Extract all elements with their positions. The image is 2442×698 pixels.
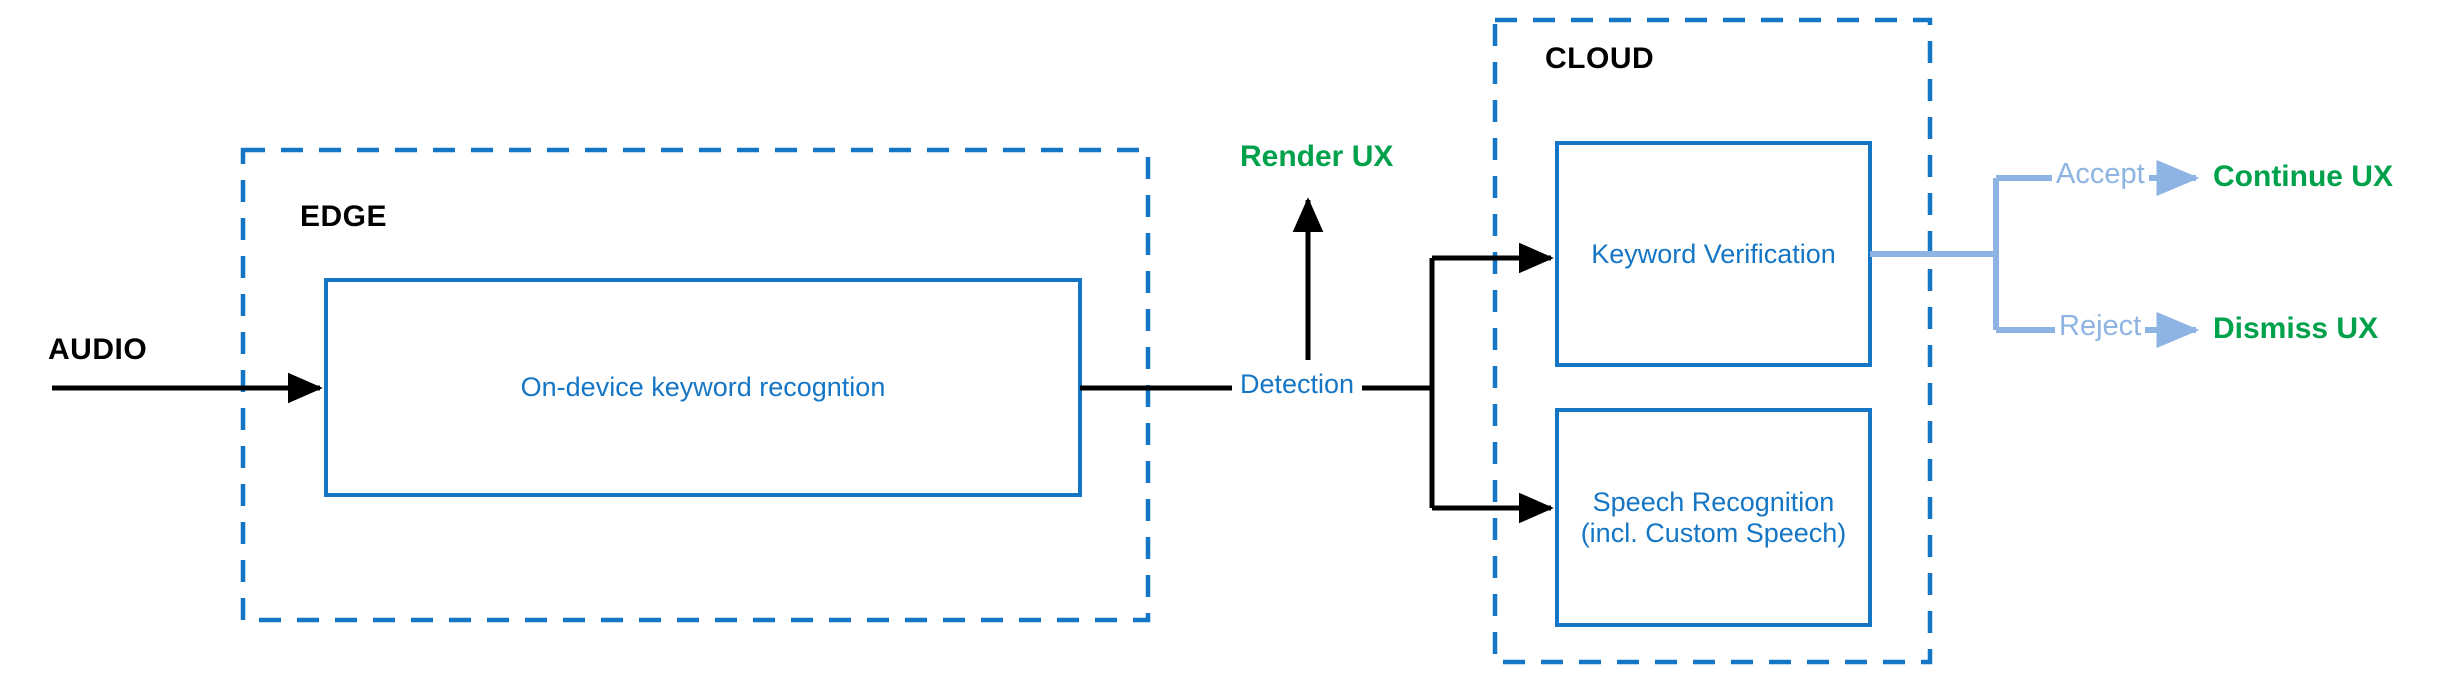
node-speech-recognition-label-line2: (incl. Custom Speech) [1580,517,1847,548]
node-keyword-verification-label: Keyword Verification [1591,238,1836,269]
outcome-render-ux: Render UX [1240,140,1394,173]
edge-label-accept: Accept [2052,158,2149,191]
node-speech-recognition-label-line1: Speech Recognition [1592,486,1835,517]
node-speech-recognition[interactable]: Speech Recognition (incl. Custom Speech) [1557,410,1870,625]
zone-title-edge: EDGE [300,200,388,233]
node-keyword-verification[interactable]: Keyword Verification [1557,143,1870,365]
edge-label-reject: Reject [2055,310,2146,343]
outcome-continue-ux: Continue UX [2213,160,2393,193]
edge-label-detection: Detection [1232,369,1363,400]
diagram-canvas: EDGE CLOUD AUDIO On-device keyword recog… [0,0,2442,698]
outcome-dismiss-ux: Dismiss UX [2213,312,2379,345]
node-on-device[interactable]: On-device keyword recogntion [326,280,1080,495]
zone-title-cloud: CLOUD [1545,42,1655,75]
input-label-audio: AUDIO [48,333,148,366]
node-on-device-label: On-device keyword recogntion [520,372,886,402]
